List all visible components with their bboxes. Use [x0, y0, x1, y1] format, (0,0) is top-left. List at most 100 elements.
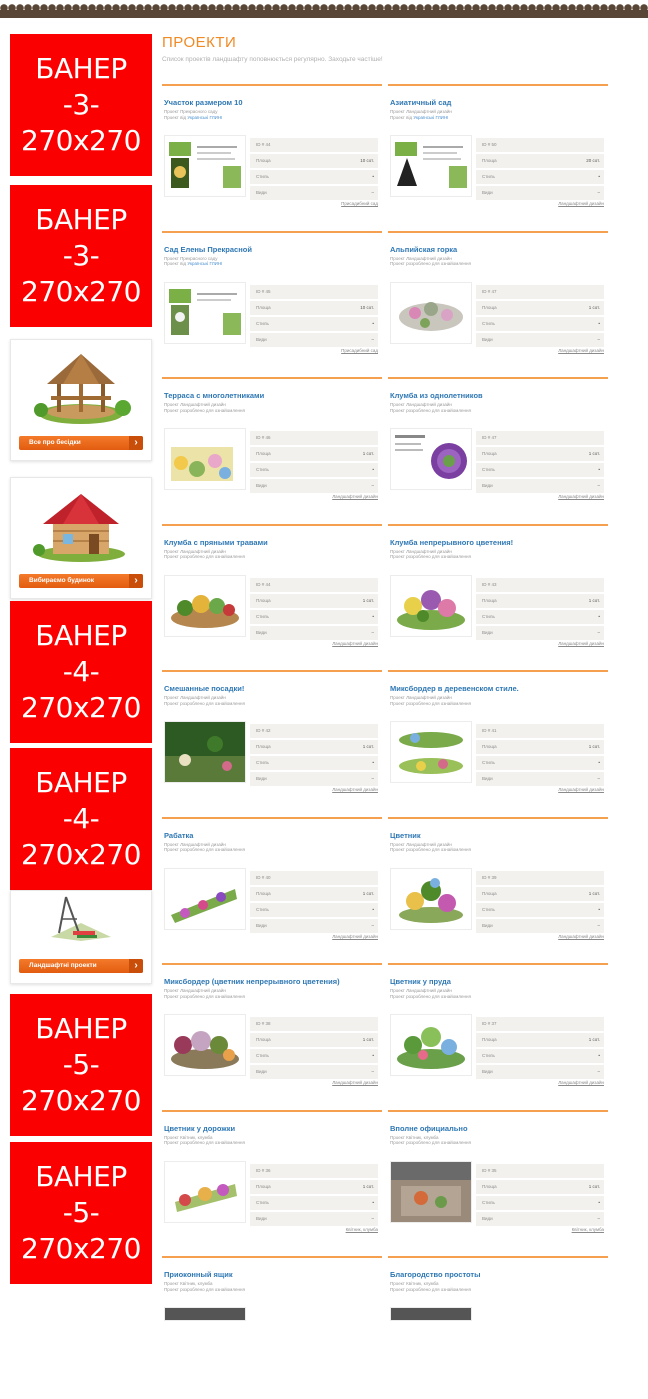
- project-specs: ID # 47 Площа 1 сот. Стиль • Види –: [476, 284, 604, 349]
- project-card[interactable]: Клумба с пряными травами Проект Ландшафтн…: [162, 523, 382, 667]
- category-link[interactable]: Ландшафтний дизайн: [558, 494, 604, 499]
- project-thumbnail[interactable]: [390, 574, 472, 637]
- category-link[interactable]: Ландшафтний дизайн: [558, 201, 604, 206]
- project-thumbnail[interactable]: [390, 1307, 472, 1321]
- project-meta: Проект Ландшафтний дизайн Проект від Укра…: [390, 109, 452, 120]
- project-title-link[interactable]: Вполне официально: [390, 1124, 468, 1133]
- author-link[interactable]: Українські ГЛИНІ: [187, 115, 222, 120]
- project-title-link[interactable]: Смешанные посадки!: [164, 684, 244, 693]
- project-thumbnail[interactable]: [390, 428, 472, 490]
- author-link[interactable]: Українські ГЛИНІ: [187, 261, 222, 266]
- project-card[interactable]: Участок размером 10 Проект Прекрасного са…: [162, 84, 382, 227]
- project-card[interactable]: Миксбордер в деревенском стиле. Проект Ла…: [388, 670, 608, 813]
- project-title-link[interactable]: Азиатичный сад: [390, 98, 451, 107]
- project-thumbnail[interactable]: [164, 281, 246, 344]
- banner-line: -3-: [62, 88, 100, 121]
- promo-house-button[interactable]: Вибираємо будинок ›: [19, 574, 143, 588]
- category-link[interactable]: Присадибний сад: [341, 348, 378, 353]
- project-card[interactable]: Цветник Проект Ландшафтний дизайн Проект р…: [388, 816, 608, 960]
- project-title-link[interactable]: Благородство простоты: [390, 1270, 481, 1279]
- project-card[interactable]: Цветник у дорожки Проект Квітник, клумба П…: [162, 1109, 382, 1253]
- ad-banner-5a[interactable]: БАНЕР -5- 270x270: [10, 994, 152, 1136]
- project-thumbnail[interactable]: [164, 135, 246, 197]
- project-thumbnail[interactable]: [390, 721, 472, 783]
- category-link[interactable]: Квітник, клумба: [346, 1227, 378, 1232]
- project-title-link[interactable]: Миксбордер в деревенском стиле.: [390, 684, 519, 693]
- project-thumbnail[interactable]: [164, 1014, 246, 1076]
- project-card[interactable]: Благородство простоты Проект Квітник, клу…: [388, 1256, 608, 1399]
- project-title-link[interactable]: Клумба из однолетников: [390, 391, 483, 400]
- project-card[interactable]: Сад Елены Прекрасной Проект Прекрасного с…: [162, 230, 382, 374]
- project-title-link[interactable]: Рабатка: [164, 831, 193, 840]
- project-title-link[interactable]: Терраса с многолетниками: [164, 391, 264, 400]
- card-divider: [162, 963, 382, 965]
- ad-banner-4b[interactable]: БАНЕР -4- 270x270: [10, 748, 152, 890]
- category-link[interactable]: Ландшафтний дизайн: [332, 787, 378, 792]
- spec-area: Площа 1 сот.: [476, 740, 604, 754]
- card-divider: [388, 230, 608, 233]
- project-title-link[interactable]: Цветник у пруда: [390, 977, 451, 986]
- project-thumbnail[interactable]: [164, 721, 246, 783]
- promo-landscape[interactable]: Ландшафтні проекти ›: [10, 890, 152, 984]
- project-thumbnail[interactable]: [164, 867, 246, 930]
- promo-gazebo[interactable]: Все про бесідки ›: [10, 339, 152, 461]
- project-thumbnail[interactable]: [390, 1160, 472, 1223]
- project-card[interactable]: Клумба непрерывного цветения! Проект Ланд…: [388, 523, 608, 667]
- project-thumbnail[interactable]: [164, 428, 246, 490]
- project-card[interactable]: Альпийская горка Проект Ландшафтний дизай…: [388, 230, 608, 374]
- project-title-link[interactable]: Приоконный ящик: [164, 1270, 233, 1279]
- spec-style: Стиль •: [250, 170, 378, 184]
- project-thumbnail[interactable]: [390, 281, 472, 344]
- project-card[interactable]: Смешанные посадки! Проект Ландшафтний диз…: [162, 670, 382, 813]
- promo-landscape-button[interactable]: Ландшафтні проекти ›: [19, 959, 143, 973]
- project-card[interactable]: Вполне официально Проект Квітник, клумба П…: [388, 1109, 608, 1253]
- project-card[interactable]: Клумба из однолетников Проект Ландшафтний…: [388, 377, 608, 520]
- project-card[interactable]: Азиатичный сад Проект Ландшафтний дизайн П…: [388, 84, 608, 227]
- spec-id: ID # 41: [476, 724, 604, 738]
- card-divider: [162, 1109, 382, 1112]
- project-card[interactable]: Рабатка Проект Ландшафтний дизайн Проект р…: [162, 816, 382, 960]
- card-divider: [162, 1256, 382, 1258]
- project-thumbnail[interactable]: [164, 1307, 246, 1321]
- category-link[interactable]: Ландшафтний дизайн: [558, 1080, 604, 1085]
- ad-banner-5b[interactable]: БАНЕР -5- 270x270: [10, 1142, 152, 1284]
- card-divider: [388, 523, 608, 526]
- project-title-link[interactable]: Сад Елены Прекрасной: [164, 245, 252, 254]
- project-author: Проект від Українські ГЛИНІ: [390, 114, 449, 120]
- project-title-link[interactable]: Участок размером 10: [164, 98, 243, 107]
- project-title-link[interactable]: Альпийская горка: [390, 245, 457, 254]
- project-title-link[interactable]: Цветник: [390, 831, 421, 840]
- project-thumbnail[interactable]: [390, 135, 472, 197]
- category-link[interactable]: Ландшафтний дизайн: [558, 348, 604, 353]
- project-thumbnail[interactable]: [164, 1160, 246, 1223]
- promo-house[interactable]: Вибираємо будинок ›: [10, 477, 152, 599]
- promo-gazebo-button[interactable]: Все про бесідки ›: [19, 436, 143, 450]
- ad-banner-3b[interactable]: БАНЕР -3- 270x270: [10, 185, 152, 327]
- author-link[interactable]: Українські ГЛИНІ: [413, 115, 448, 120]
- project-card[interactable]: Приоконный ящик Проект Квітник, клумба Про…: [162, 1256, 382, 1399]
- project-card[interactable]: Миксбордер (цветник непрерывного цветени…: [162, 963, 382, 1106]
- project-thumbnail[interactable]: [390, 867, 472, 930]
- ad-banner-3a[interactable]: БАНЕР -3- 270x270: [10, 34, 152, 176]
- spec-id: ID # 43: [476, 577, 604, 592]
- project-card[interactable]: Цветник у пруда Проект Ландшафтний дизайн…: [388, 963, 608, 1106]
- category-link[interactable]: Ландшафтний дизайн: [558, 934, 604, 939]
- category-link[interactable]: Ландшафтний дизайн: [332, 934, 378, 939]
- project-title-link[interactable]: Клумба непрерывного цветения!: [390, 538, 513, 547]
- category-link[interactable]: Ландшафтний дизайн: [558, 787, 604, 792]
- category-link[interactable]: Ландшафтний дизайн: [558, 641, 604, 646]
- project-thumbnail[interactable]: [164, 574, 246, 637]
- project-card[interactable]: Терраса с многолетниками Проект Ландшафтн…: [162, 377, 382, 520]
- category-link[interactable]: Квітник, клумба: [572, 1227, 604, 1232]
- project-title-link[interactable]: Клумба с пряными травами: [164, 538, 268, 547]
- spec-id: ID # 42: [250, 724, 378, 738]
- category-link[interactable]: Ландшафтний дизайн: [332, 641, 378, 646]
- category-link[interactable]: Ландшафтний дизайн: [332, 1080, 378, 1085]
- category-link[interactable]: Присадибний сад: [341, 201, 378, 206]
- project-title-link[interactable]: Миксбордер (цветник непрерывного цветени…: [164, 977, 340, 986]
- ad-banner-4a[interactable]: БАНЕР -4- 270x270: [10, 601, 152, 743]
- project-author: Проект від Українські ГЛИНІ: [164, 114, 223, 120]
- project-thumbnail[interactable]: [390, 1014, 472, 1076]
- project-title-link[interactable]: Цветник у дорожки: [164, 1124, 235, 1133]
- category-link[interactable]: Ландшафтний дизайн: [332, 494, 378, 499]
